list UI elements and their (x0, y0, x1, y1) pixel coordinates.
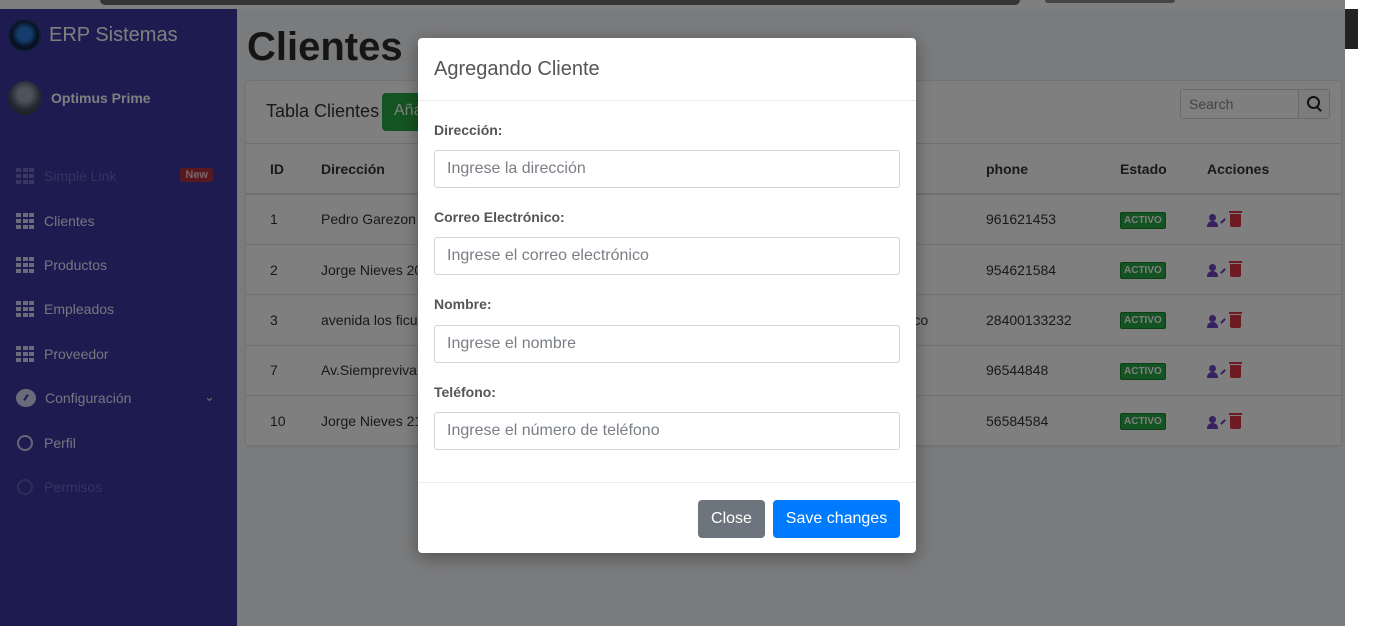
direccion-label: Dirección: (434, 122, 503, 138)
email-label: Correo Electrónico: (434, 209, 565, 225)
modal-footer: Close Save changes (418, 482, 916, 553)
telefono-field[interactable] (434, 412, 900, 450)
nombre-field[interactable] (434, 325, 900, 363)
email-field[interactable] (434, 237, 900, 275)
right-edge-panel (1345, 9, 1376, 626)
direccion-field[interactable] (434, 150, 900, 188)
right-edge-dark-block (1345, 9, 1358, 49)
add-client-modal: Agregando Cliente Dirección: Correo Elec… (418, 38, 916, 553)
telefono-label: Teléfono: (434, 384, 496, 400)
save-changes-button[interactable]: Save changes (773, 500, 900, 538)
modal-title: Agregando Cliente (434, 58, 600, 80)
close-button[interactable]: Close (698, 500, 765, 538)
nombre-label: Nombre: (434, 296, 492, 312)
modal-header: Agregando Cliente (418, 38, 916, 101)
